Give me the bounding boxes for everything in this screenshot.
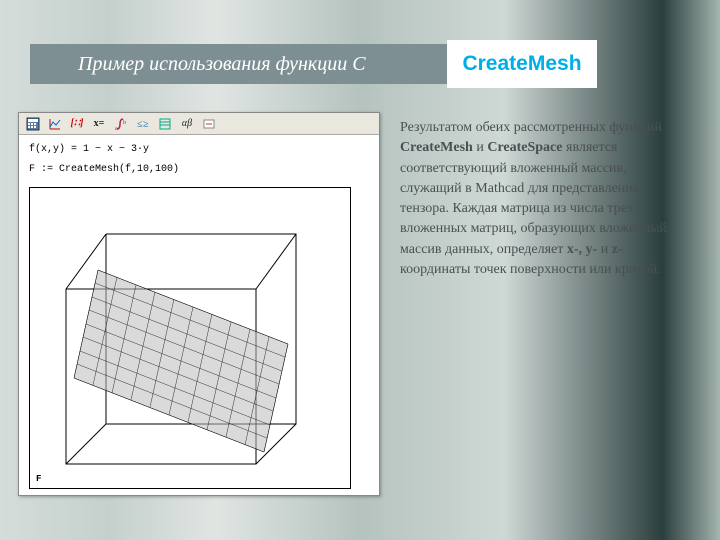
integral-icon[interactable]: ba [111,115,131,133]
compare-icon[interactable]: ≤≥ [133,115,153,133]
exp-part4: и [597,242,612,257]
symbolic-icon[interactable] [199,115,219,133]
formula-line-1: f(x,y) = 1 − x − 3·y [29,143,369,157]
graph-icon[interactable] [45,115,65,133]
vector-icon[interactable]: [∷] [67,115,87,133]
exp-bold3: x-, y- [567,242,597,257]
svg-text:≥: ≥ [143,119,149,130]
slide-title-badge: CreateMesh [447,40,597,88]
surface-plot-svg [36,194,346,474]
slide-title-badge-text: CreateMesh [462,52,581,76]
mathcad-toolbar: [∷] x= ba ≤≥ αβ [19,113,379,135]
exp-part2: и [473,140,488,155]
exp-bold1: CreateMesh [400,140,473,155]
calculator-icon[interactable] [23,115,43,133]
x-equals-icon[interactable]: x= [89,115,109,133]
exp-bold2: CreateSpace [487,140,562,155]
svg-text:b: b [123,120,126,126]
exp-part3: является соответствующий вложенный масси… [400,140,667,256]
formula-line-2: F := CreateMesh(f,10,100) [29,163,369,177]
exp-part1: Результатом обеих рассмотренных функций [400,120,662,135]
mathcad-document: f(x,y) = 1 − x − 3·y F := CreateMesh(f,1… [19,135,379,495]
exp-bold4: z- [612,242,623,257]
svg-text:a: a [115,126,118,131]
surface-plot: F [29,187,351,489]
slide-title-text: Пример использования функции C [78,53,366,76]
explanation-text: Результатом обеих рассмотренных функций … [400,112,680,496]
mathcad-window: [∷] x= ba ≤≥ αβ f(x,y) = 1 − x − 3·y F :… [18,112,380,496]
plot-variable-label: F [36,473,41,486]
content-row: [∷] x= ba ≤≥ αβ f(x,y) = 1 − x − 3·y F :… [18,112,680,496]
exp-part5: координаты точек поверхности или кривой. [400,262,661,277]
program-icon[interactable] [155,115,175,133]
alpha-beta-icon[interactable]: αβ [177,115,197,133]
